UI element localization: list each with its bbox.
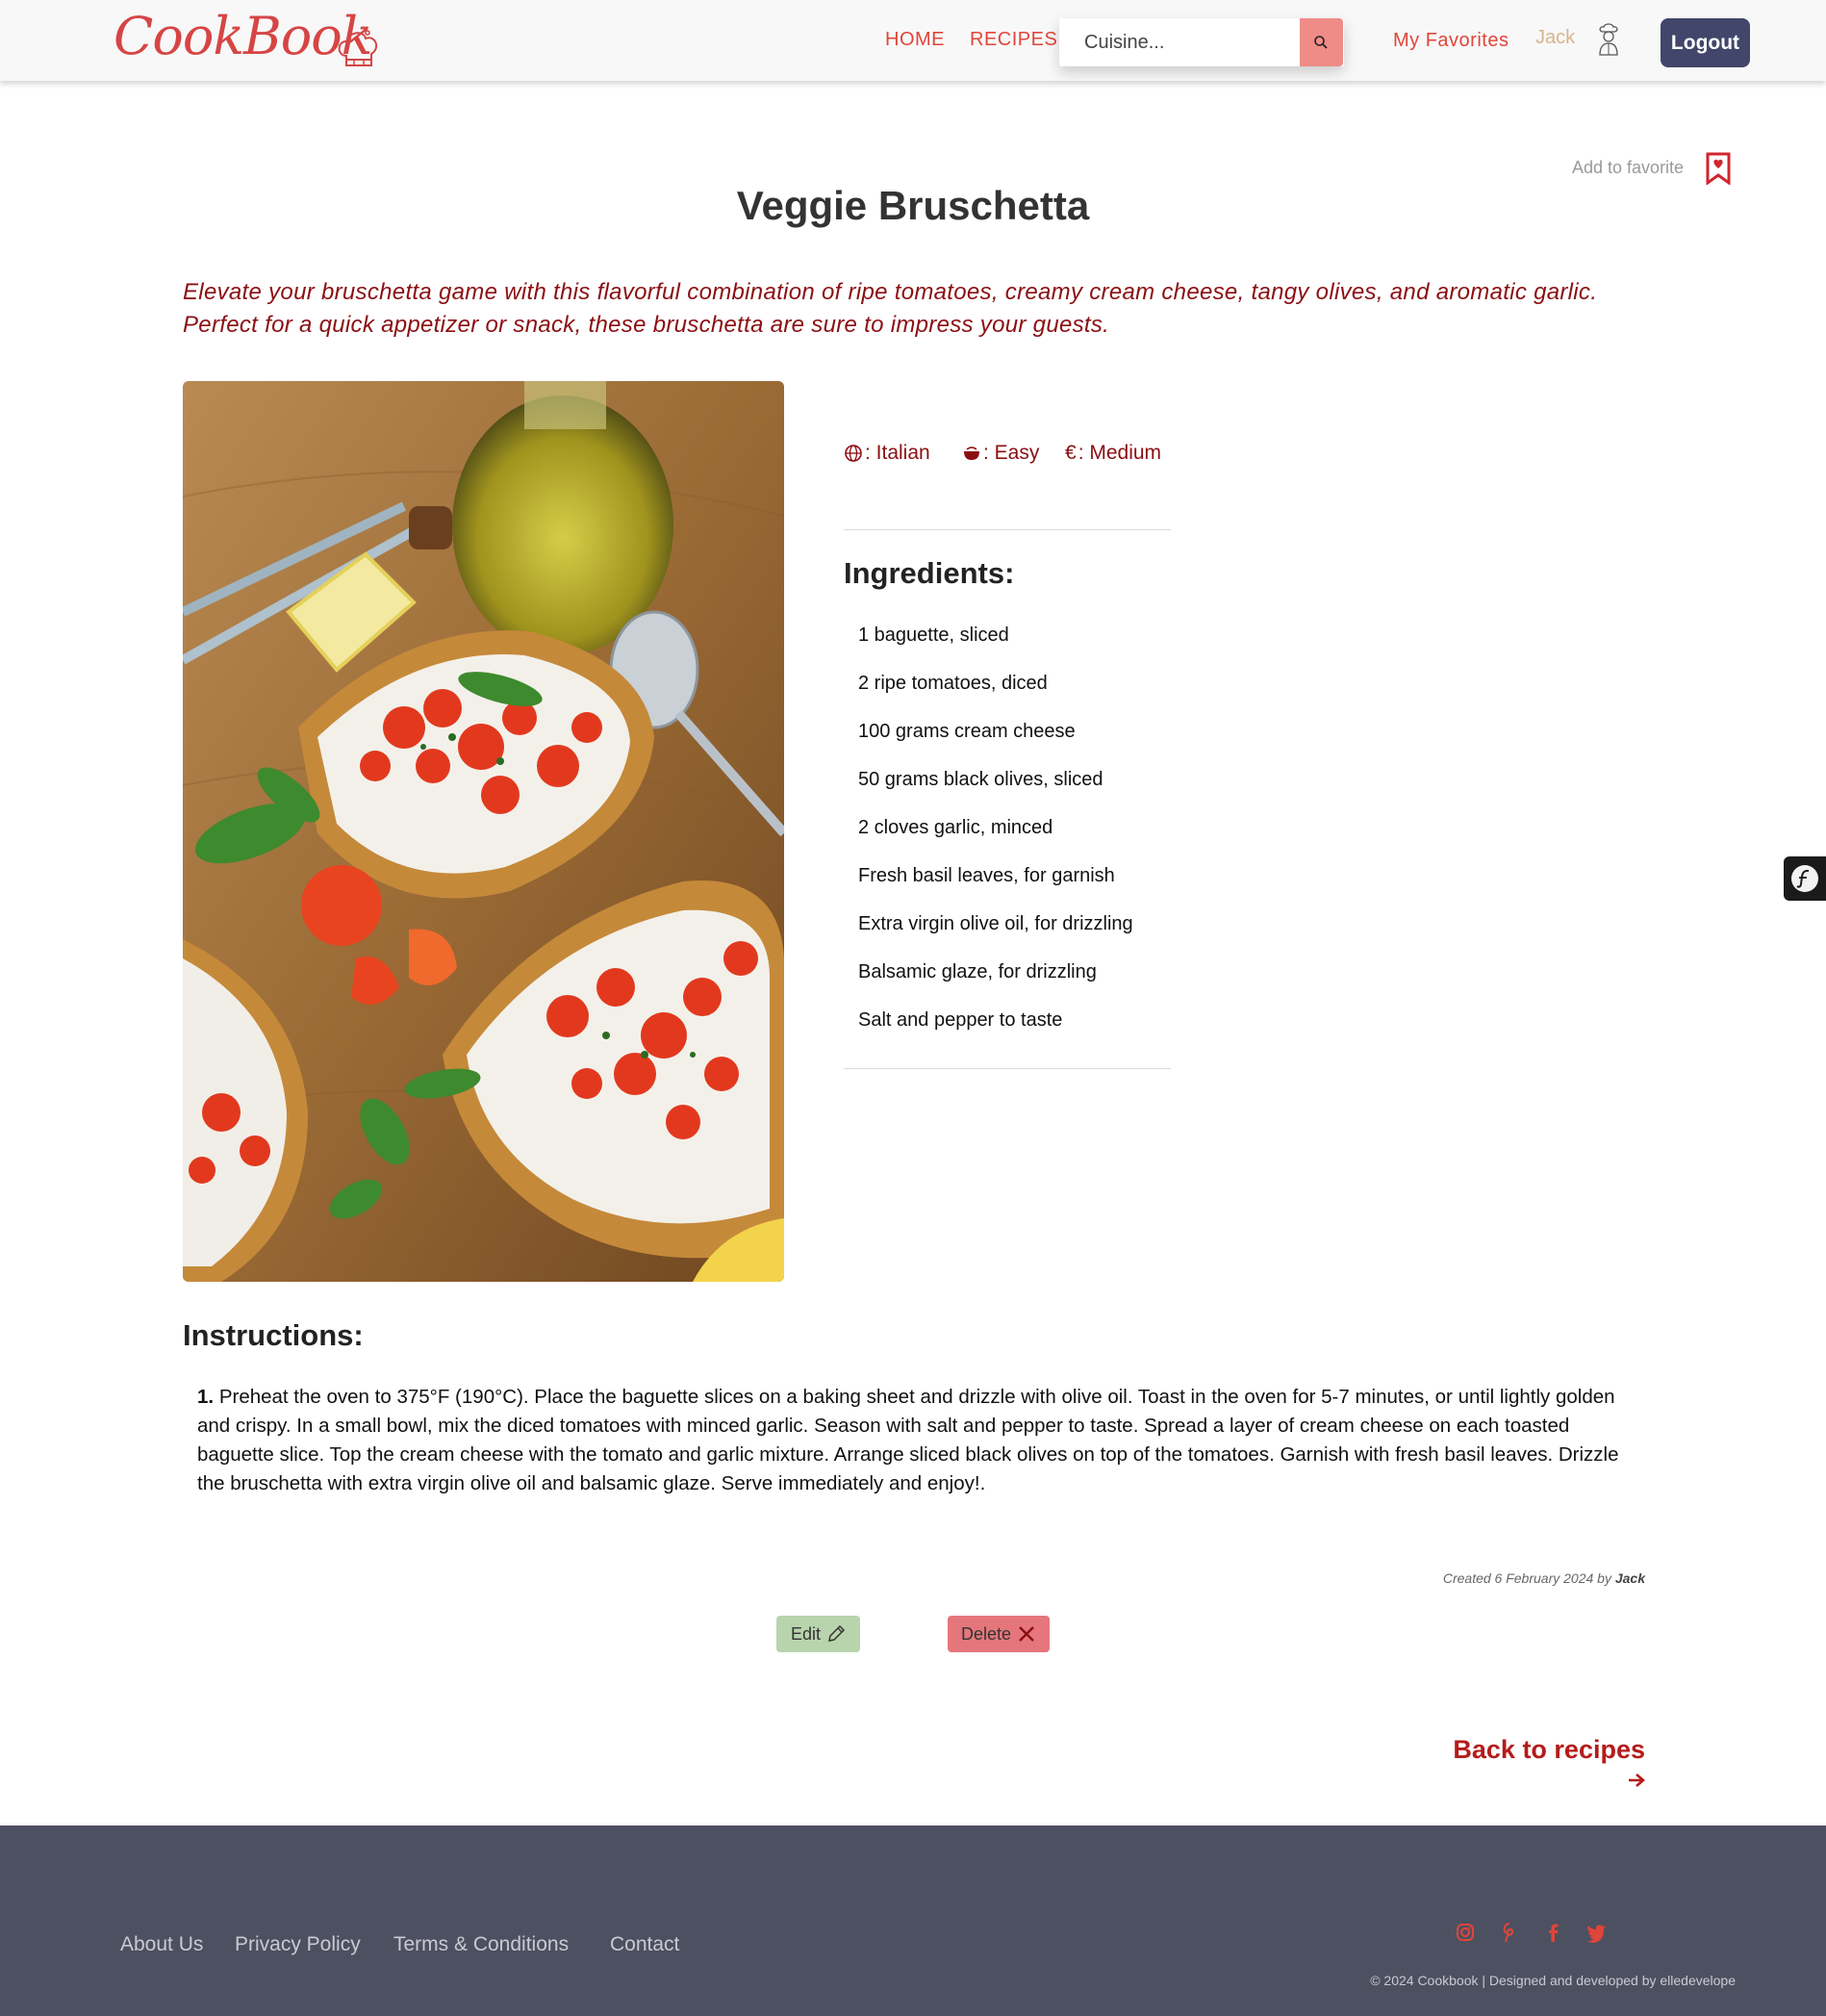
- pinterest-icon[interactable]: [1499, 1922, 1520, 1943]
- ingredient-item: 2 ripe tomatoes, diced: [858, 673, 1048, 694]
- recipe-photo: [183, 381, 784, 1282]
- search-icon: [1314, 36, 1328, 49]
- close-icon: [1019, 1626, 1034, 1642]
- cost-value: : Medium: [1078, 442, 1162, 464]
- cost-info: € : Medium: [1065, 442, 1161, 465]
- search-input[interactable]: [1059, 18, 1300, 66]
- copyright-text: © 2024 Cookbook | Designed and developed…: [1370, 1973, 1736, 1988]
- created-info: Created 6 February 2024 by Jack: [1251, 1570, 1645, 1586]
- nav-recipes-link[interactable]: RECIPES: [970, 29, 1057, 51]
- created-date: Created 6 February 2024 by: [1442, 1570, 1611, 1586]
- footer-privacy-link[interactable]: Privacy Policy: [235, 1933, 361, 1956]
- back-to-recipes-link[interactable]: Back to recipes: [1424, 1735, 1645, 1795]
- ingredient-item: 50 grams black olives, sliced: [858, 769, 1103, 790]
- user-name[interactable]: Jack: [1535, 27, 1575, 49]
- pencil-icon: [828, 1624, 846, 1642]
- facebook-icon[interactable]: [1542, 1922, 1563, 1943]
- delete-label: Delete: [960, 1623, 1012, 1644]
- divider: [844, 529, 1171, 530]
- chef-avatar-icon: [1599, 23, 1618, 56]
- bookmark-heart-icon[interactable]: [1706, 152, 1731, 185]
- ingredient-item: Salt and pepper to taste: [858, 1009, 1063, 1031]
- created-author: Jack: [1614, 1570, 1645, 1586]
- recipe-title: Veggie Bruschetta: [736, 183, 1090, 228]
- edit-label: Edit: [790, 1623, 822, 1644]
- ingredient-item: 100 grams cream cheese: [858, 721, 1076, 742]
- cuisine-value: : Italian: [865, 442, 930, 464]
- step-text: Preheat the oven to 375°F (190°C). Place…: [197, 1386, 1619, 1494]
- ingredient-item: Fresh basil leaves, for garnish: [858, 865, 1115, 886]
- symfony-toolbar-toggle[interactable]: [1784, 856, 1826, 901]
- difficulty-info: : Easy: [962, 442, 1039, 465]
- step-number: 1.: [197, 1386, 215, 1408]
- my-favorites-link[interactable]: My Favorites: [1393, 30, 1509, 52]
- ingredients-heading: Ingredients:: [844, 556, 1015, 590]
- footer-about-link[interactable]: About Us: [120, 1933, 203, 1956]
- logo[interactable]: CookBook: [114, 6, 372, 66]
- instagram-icon[interactable]: [1455, 1922, 1476, 1943]
- instructions-heading: Instructions:: [183, 1318, 364, 1352]
- ingredient-item: Extra virgin olive oil, for drizzling: [858, 913, 1133, 934]
- arrow-right-icon: [1629, 1774, 1645, 1787]
- logout-button[interactable]: Logout: [1661, 18, 1750, 67]
- twitter-icon[interactable]: [1585, 1922, 1607, 1943]
- ingredients-list: 1 baguette, sliced 2 ripe tomatoes, dice…: [858, 616, 1133, 1049]
- cuisine-info: : Italian: [844, 442, 930, 465]
- instruction-step: 1. Preheat the oven to 375°F (190°C). Pl…: [197, 1383, 1621, 1498]
- top-navbar: CookBook HOME RECIPES My Favorites Jack …: [0, 0, 1826, 81]
- edit-button[interactable]: Edit: [776, 1616, 860, 1652]
- cooking-pot-icon: [964, 447, 979, 460]
- chef-hat-icon: [338, 30, 378, 66]
- ingredient-item: 2 cloves garlic, minced: [858, 817, 1053, 838]
- symfony-icon: [1791, 865, 1818, 892]
- footer-terms-link[interactable]: Terms & Conditions: [393, 1933, 569, 1956]
- globe-icon: [845, 445, 862, 462]
- divider: [844, 1068, 1171, 1069]
- nav-home-link[interactable]: HOME: [885, 29, 945, 51]
- ingredient-item: Balsamic glaze, for drizzling: [858, 961, 1097, 982]
- footer: About Us Privacy Policy Terms & Conditio…: [0, 1825, 1826, 2016]
- footer-contact-link[interactable]: Contact: [610, 1933, 679, 1956]
- recipe-intro: Elevate your bruschetta game with this f…: [183, 279, 1598, 338]
- difficulty-value: : Easy: [983, 442, 1040, 464]
- euro-icon: €: [1065, 442, 1077, 464]
- search-button[interactable]: [1300, 18, 1343, 66]
- back-label: Back to recipes: [1453, 1735, 1645, 1764]
- ingredient-item: 1 baguette, sliced: [858, 625, 1009, 646]
- delete-button[interactable]: Delete: [948, 1616, 1050, 1652]
- add-to-favorite-link[interactable]: Add to favorite: [1572, 158, 1684, 178]
